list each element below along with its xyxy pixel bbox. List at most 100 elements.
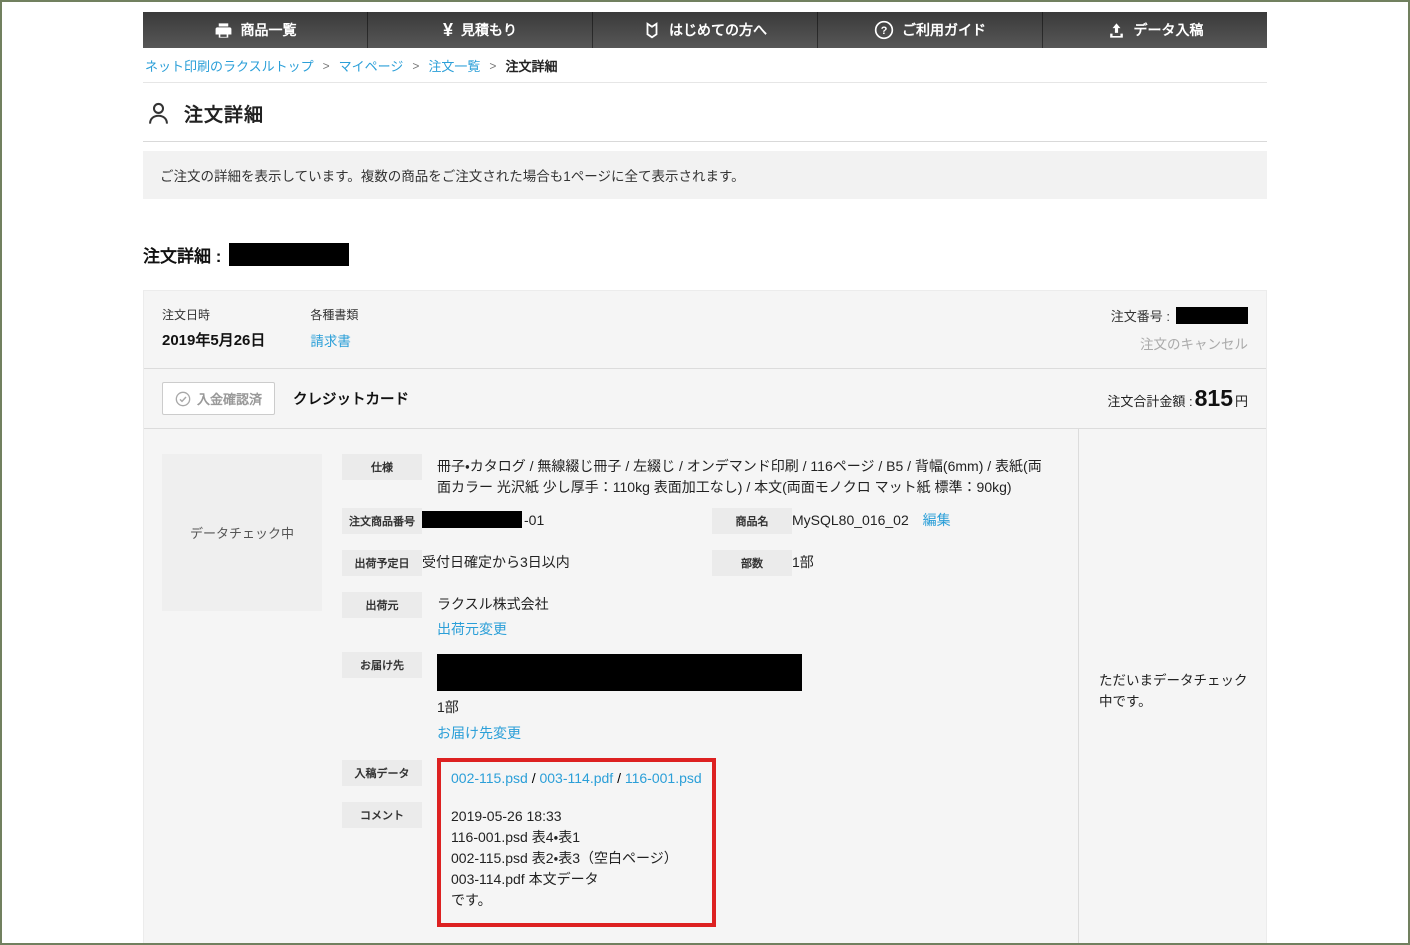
user-icon [149, 102, 168, 124]
order-section-title-label: 注文詳細 : [143, 247, 222, 266]
comment-line: です。 [451, 892, 492, 908]
order-date-block: 注文日時 2019年5月26日 [162, 306, 265, 354]
product-edit-link[interactable]: 編集 [923, 512, 951, 528]
order-total-unit: 円 [1234, 394, 1248, 409]
product-thumbnail-placeholder: データチェック中 [162, 454, 322, 611]
nav-item-label: 商品一覧 [240, 22, 297, 38]
delivery-change-link[interactable]: お届け先変更 [437, 723, 521, 744]
order-cancel-link[interactable]: 注文のキャンセル [1140, 333, 1248, 353]
highlight-red-box: 002-115.psd / 003-114.pdf / 116-001.psd … [437, 758, 716, 927]
page-description: ご注文の詳細を表示しています。複数の商品をご注文された場合も1ページに全て表示さ… [143, 151, 1267, 199]
nav-item-label: はじめての方へ [669, 22, 767, 38]
breadcrumb: ネット印刷のラクスルトップ > マイページ > 注文一覧 > 注文詳細 [143, 48, 1267, 83]
shipper-change-link[interactable]: 出荷元変更 [437, 619, 507, 640]
qty-value: 1部 [792, 554, 814, 570]
printer-icon [215, 22, 231, 38]
breadcrumb-separator: > [412, 58, 420, 73]
nav-item-label: ご利用ガイド [902, 22, 986, 38]
delivery-label-chip: お届け先 [342, 652, 422, 678]
redacted-order-id [229, 243, 350, 266]
qty-label-chip: 部数 [712, 550, 792, 576]
nav-item-quote[interactable]: ¥ 見積もり [368, 12, 593, 48]
uploaded-file-link[interactable]: 002-115.psd [451, 770, 528, 786]
order-header: 注文日時 2019年5月26日 各種書類 請求書 注文番号 : 注文のキャンセル [144, 291, 1266, 369]
comment-text: 2019-05-26 18:33 116-001.psd 表4・表1 002-1… [451, 806, 702, 911]
order-total-amount: 815 [1194, 385, 1233, 411]
ship-date-label-chip: 出荷予定日 [342, 550, 422, 576]
order-total-label: 注文合計金額 : [1107, 394, 1193, 409]
comment-label-chip: コメント [342, 802, 422, 828]
spec-row: 仕様 冊子・カタログ / 無線綴じ冊子 / 左綴じ / オンデマンド印刷 / 1… [342, 454, 1078, 498]
redacted-delivery-address [437, 654, 802, 691]
thumbnail-status-text: データチェック中 [189, 526, 294, 541]
uploaded-files-line: 002-115.psd / 003-114.pdf / 116-001.psd [451, 768, 702, 786]
payment-method: クレジットカード [293, 392, 410, 408]
upload-label-chip: 入稿データ [342, 760, 422, 786]
comment-line: 2019-05-26 18:33 [451, 808, 562, 824]
breadcrumb-separator: > [322, 58, 330, 73]
check-circle-icon [175, 391, 191, 406]
order-docs-label: 各種書類 [310, 308, 359, 322]
item-number-label-chip: 注文商品番号 [342, 508, 422, 534]
uploaded-file-link[interactable]: 116-001.psd [625, 770, 702, 786]
redacted-item-number [422, 511, 522, 528]
page-title: 注文詳細 [184, 105, 265, 126]
payment-status-label: 入金確認済 [197, 392, 263, 407]
item-number-product-row: 注文商品番号 -01 商品名 MySQL80_016_02 編集 [342, 508, 1078, 534]
comment-line: 116-001.psd 表4・表1 [451, 829, 581, 845]
ship-date-pair: 出荷予定日 受付日確定から3日以内 [342, 550, 712, 576]
order-date-label: 注文日時 [162, 308, 211, 322]
nav-item-products[interactable]: 商品一覧 [143, 12, 368, 48]
file-separator: / [527, 770, 540, 786]
order-detail-card: 注文日時 2019年5月26日 各種書類 請求書 注文番号 : 注文のキャンセル [143, 290, 1267, 943]
breadcrumb-link-order-list[interactable]: 注文一覧 [428, 56, 480, 75]
delivery-row: お届け先 1部 お届け先変更 [342, 652, 1078, 744]
order-docs-block: 各種書類 請求書 [310, 306, 358, 354]
order-total: 注文合計金額 : 815 円 [1107, 385, 1248, 412]
comment-line: 003-114.pdf 本文データ [451, 871, 599, 887]
product-name-value: MySQL80_016_02 [792, 512, 909, 528]
breadcrumb-link-top[interactable]: ネット印刷のラクスルトップ [145, 56, 314, 75]
item-number-suffix: -01 [524, 512, 545, 528]
product-name-pair: 商品名 MySQL80_016_02 編集 [712, 508, 951, 534]
ship-date-value: 受付日確定から3日以内 [422, 554, 570, 570]
upload-icon [1109, 22, 1123, 38]
top-nav: 商品一覧 ¥ 見積もり はじめての方へ ? ご利用ガイド データ入稿 [143, 12, 1267, 48]
nav-item-label: データ入稿 [1133, 22, 1204, 38]
nav-item-data-upload[interactable]: データ入稿 [1043, 12, 1267, 48]
spec-value: 冊子・カタログ / 無線綴じ冊子 / 左綴じ / オンデマンド印刷 / 116ペ… [437, 458, 1042, 495]
order-section-title: 注文詳細 : [143, 242, 1267, 267]
file-separator: / [613, 770, 625, 786]
shipper-row: 出荷元 ラクスル株式会社 出荷元変更 [342, 592, 1078, 640]
beginner-mark-icon [646, 21, 658, 38]
order-number-label: 注文番号 : [1110, 309, 1170, 324]
invoice-link[interactable]: 請求書 [310, 330, 351, 350]
item-number-value: -01 [422, 508, 544, 531]
yen-icon: ¥ [442, 20, 453, 40]
payment-status-badge: 入金確認済 [162, 382, 276, 415]
page-title-row: 注文詳細 [143, 83, 1267, 142]
product-label-chip: 商品名 [712, 508, 792, 534]
upload-comment-section: 入稿データ コメント 002-115.psd / 003-114.pdf / 1… [342, 758, 1078, 927]
status-note-text: ただいまデータチェック中です。 [1099, 673, 1248, 709]
breadcrumb-separator: > [489, 58, 497, 73]
browser-viewport: 商品一覧 ¥ 見積もり はじめての方へ ? ご利用ガイド データ入稿 ネット印刷… [0, 0, 1410, 945]
uploaded-file-link[interactable]: 003-114.pdf [539, 770, 613, 786]
shipper-value: ラクスル株式会社 [437, 596, 549, 612]
status-note-column: ただいまデータチェック中です。 [1078, 429, 1266, 943]
nav-item-beginners[interactable]: はじめての方へ [593, 12, 818, 48]
question-circle-icon: ? [874, 20, 894, 40]
payment-row: 入金確認済 クレジットカード 注文合計金額 : 815 円 [144, 369, 1266, 429]
svg-text:?: ? [881, 25, 888, 37]
shipper-label-chip: 出荷元 [342, 592, 422, 618]
delivery-qty: 1部 [437, 699, 459, 715]
nav-item-guide[interactable]: ? ご利用ガイド [818, 12, 1043, 48]
breadcrumb-link-mypage[interactable]: マイページ [339, 56, 404, 75]
redacted-order-number [1176, 307, 1248, 324]
item-number-pair: 注文商品番号 -01 [342, 508, 712, 534]
ship-date-qty-row: 出荷予定日 受付日確定から3日以内 部数 1部 [342, 550, 1078, 576]
spec-label-chip: 仕様 [342, 454, 422, 480]
order-date-value: 2019年5月26日 [162, 332, 266, 349]
comment-line: 002-115.psd 表2・表3（空白ページ） [451, 850, 678, 866]
qty-pair: 部数 1部 [712, 550, 814, 576]
